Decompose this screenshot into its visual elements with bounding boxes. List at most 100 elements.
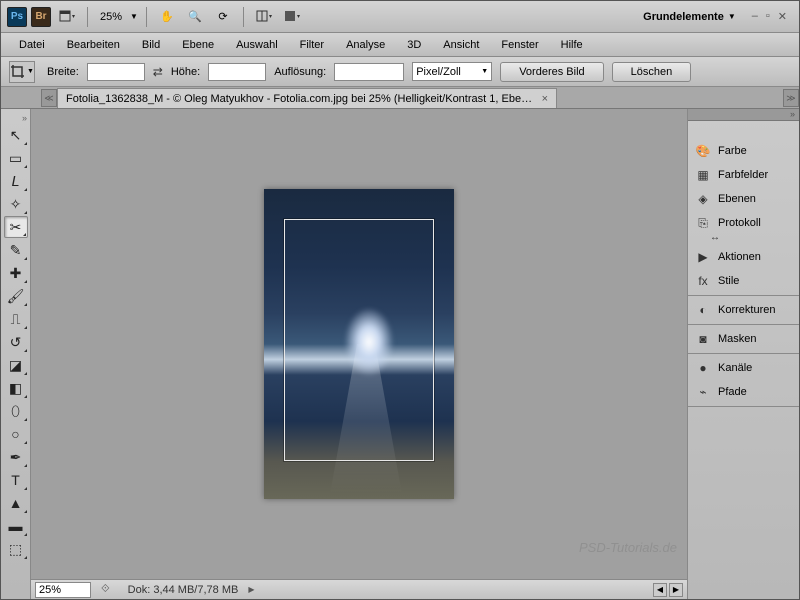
crop-marquee[interactable] (284, 219, 434, 461)
farbe-panel-icon: 🎨 (694, 143, 712, 159)
layout-dropdown-icon[interactable] (55, 6, 79, 28)
pfade-panel-icon: ⌁ (694, 384, 712, 400)
brush-tool[interactable]: 🖌 (4, 285, 28, 307)
kanaele-panel-icon: ● (694, 360, 712, 376)
document-tab[interactable]: Fotolia_1362838_M - © Oleg Matyukhov - F… (57, 88, 557, 108)
menu-fenster[interactable]: Fenster (491, 36, 548, 54)
bridge-logo-icon[interactable]: Br (31, 7, 51, 27)
ebenen-panel-icon: ◈ (694, 191, 712, 207)
right-panel-dock: » 🎨 Farbe ▦Farbfelder ◈ Ebenen ⎘ Protokoll ↔ ▶Ak… (687, 109, 799, 599)
path-select-tool[interactable]: ▲ (4, 492, 28, 514)
swap-wh-icon[interactable]: ⇄ (153, 65, 163, 79)
resolution-input[interactable] (334, 63, 404, 81)
minimize-icon[interactable]: – (752, 10, 758, 23)
app-window: Ps Br 25% ▼ ✋ 🔍 ⟳ Grundelemente▼ – ▫ ✕ D… (0, 0, 800, 600)
healing-tool[interactable]: ✚ (4, 262, 28, 284)
main-area: » ↖▭𝘓✧✂✎✚🖌⎍↺◪◧⬯○✒T▲▬⬚ PSD-Tutorials.de ⟐… (1, 109, 799, 599)
ebenen-panel-label: Ebenen (718, 193, 756, 205)
protokoll-panel-icon: ⎘ (694, 215, 712, 231)
pfade-panel-label: Pfade (718, 386, 747, 398)
menu-bar: DateiBearbeitenBildEbeneAuswahlFilterAna… (1, 33, 799, 57)
menu-bearbeiten[interactable]: Bearbeiten (57, 36, 130, 54)
status-dropdown-icon[interactable]: ▶ (248, 585, 254, 594)
scroll-right-icon[interactable]: ▶ (669, 583, 683, 597)
photoshop-logo-icon[interactable]: Ps (7, 7, 27, 27)
pfade-panel[interactable]: ⌁ Pfade (688, 380, 799, 404)
farbe-panel[interactable]: 🎨 Farbe (688, 139, 799, 163)
workspace-dropdown[interactable]: Grundelemente▼ (637, 9, 742, 25)
resolution-label: Auflösung: (274, 66, 326, 78)
watermark-text: PSD-Tutorials.de (579, 540, 677, 555)
canvas-viewport[interactable]: PSD-Tutorials.de (31, 109, 687, 579)
blur-tool[interactable]: ⬯ (4, 400, 28, 422)
menu-hilfe[interactable]: Hilfe (551, 36, 593, 54)
korrekturen-panel[interactable]: ◐Korrekturen (688, 298, 799, 322)
korrekturen-panel-label: Korrekturen (718, 304, 775, 316)
status-doc-info: Dok: 3,44 MB/7,78 MB (120, 584, 239, 596)
dock-collapse-icon[interactable]: » (688, 109, 799, 121)
units-select[interactable]: Pixel/Zoll▼ (412, 62, 492, 81)
protokoll-resize-icon[interactable]: ↔ (688, 232, 799, 243)
scroll-left-icon[interactable]: ◀ (653, 583, 667, 597)
dodge-tool[interactable]: ○ (4, 423, 28, 445)
front-image-button[interactable]: Vorderes Bild (500, 62, 603, 82)
menu-ebene[interactable]: Ebene (172, 36, 224, 54)
stamp-tool[interactable]: ⎍ (4, 308, 28, 330)
screen-mode-icon[interactable] (280, 6, 304, 28)
zoom-level-display[interactable]: 25% (96, 11, 126, 23)
tab-scroll-right-icon[interactable]: ≫ (783, 89, 799, 107)
masken-panel-label: Masken (718, 333, 757, 345)
maximize-icon[interactable]: ▫ (766, 10, 770, 23)
protokoll-panel-label: Protokoll (718, 217, 761, 229)
zoom-tool-icon[interactable]: 🔍 (183, 6, 207, 28)
menu-filter[interactable]: Filter (290, 36, 334, 54)
crop-tool[interactable]: ✂ (4, 216, 28, 238)
app-top-bar: Ps Br 25% ▼ ✋ 🔍 ⟳ Grundelemente▼ – ▫ ✕ (1, 1, 799, 33)
menu-datei[interactable]: Datei (9, 36, 55, 54)
crop-tool-preset-icon[interactable]: ▼ (9, 61, 35, 83)
3d-tool[interactable]: ⬚ (4, 538, 28, 560)
rotate-view-icon[interactable]: ⟳ (211, 6, 235, 28)
menu-ansicht[interactable]: Ansicht (433, 36, 489, 54)
ebenen-panel[interactable]: ◈ Ebenen (688, 187, 799, 211)
farbe-panel-label: Farbe (718, 145, 747, 157)
height-input[interactable] (208, 63, 266, 81)
farbfelder-panel[interactable]: ▦Farbfelder (688, 163, 799, 187)
menu-3d[interactable]: 3D (397, 36, 431, 54)
eyedropper-tool[interactable]: ✎ (4, 239, 28, 261)
clear-button[interactable]: Löschen (612, 62, 692, 82)
shape-tool[interactable]: ▬ (4, 515, 28, 537)
aktionen-panel-icon: ▶ (694, 249, 712, 265)
dock-group1-chevron-icon[interactable] (688, 121, 799, 137)
aktionen-panel[interactable]: ▶Aktionen (688, 245, 799, 269)
hand-tool-icon[interactable]: ✋ (155, 6, 179, 28)
status-info-icon[interactable]: ⟐ (101, 583, 110, 596)
wand-tool[interactable]: ✧ (4, 193, 28, 215)
marquee-tool[interactable]: ▭ (4, 147, 28, 169)
eraser-tool[interactable]: ◪ (4, 354, 28, 376)
zoom-dropdown-icon[interactable]: ▼ (130, 12, 138, 21)
tools-expand-icon[interactable]: » (1, 113, 30, 123)
stile-panel[interactable]: fxStile (688, 269, 799, 293)
menu-auswahl[interactable]: Auswahl (226, 36, 288, 54)
status-bar: ⟐ Dok: 3,44 MB/7,78 MB ▶ ◀ ▶ (31, 579, 687, 599)
menu-bild[interactable]: Bild (132, 36, 170, 54)
close-icon[interactable]: ✕ (778, 10, 787, 23)
tab-close-icon[interactable]: × (542, 93, 548, 105)
gradient-tool[interactable]: ◧ (4, 377, 28, 399)
move-tool[interactable]: ↖ (4, 124, 28, 146)
tab-scroll-left-icon[interactable]: ≪ (41, 89, 57, 107)
farbfelder-panel-label: Farbfelder (718, 169, 768, 181)
history-brush-tool[interactable]: ↺ (4, 331, 28, 353)
arrange-dropdown-icon[interactable] (252, 6, 276, 28)
kanaele-panel[interactable]: ●Kanäle (688, 356, 799, 380)
doc-tab-title: Fotolia_1362838_M - © Oleg Matyukhov - F… (66, 93, 536, 105)
lasso-tool[interactable]: 𝘓 (4, 170, 28, 192)
height-label: Höhe: (171, 66, 200, 78)
width-input[interactable] (87, 63, 145, 81)
type-tool[interactable]: T (4, 469, 28, 491)
menu-analyse[interactable]: Analyse (336, 36, 395, 54)
status-zoom-input[interactable] (35, 582, 91, 598)
pen-tool[interactable]: ✒ (4, 446, 28, 468)
masken-panel[interactable]: ◙Masken (688, 327, 799, 351)
